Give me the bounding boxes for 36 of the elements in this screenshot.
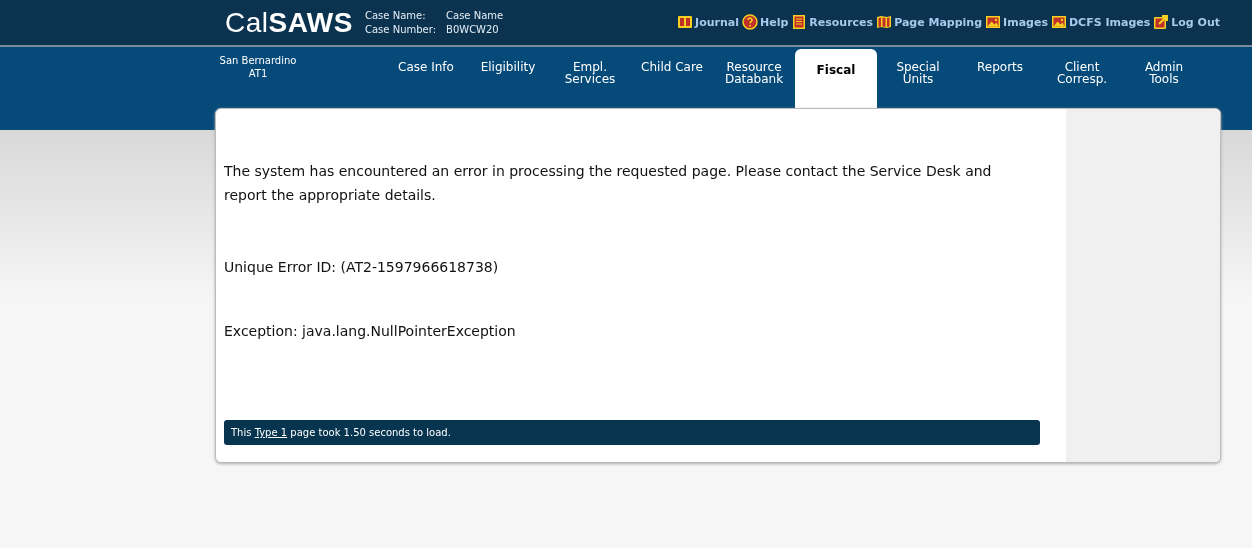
nav-tab[interactable]: Special Units (877, 49, 959, 108)
header-link[interactable]: Images (985, 14, 1048, 30)
header-link[interactable]: Log Out (1153, 14, 1220, 30)
case-number-label: Case Number: (365, 24, 436, 35)
header-link[interactable]: Resources (791, 14, 874, 30)
header-link[interactable]: DCFS Images (1050, 14, 1151, 30)
office-name: AT1 (248, 68, 268, 79)
nav-tab[interactable]: Admin Tools (1123, 49, 1205, 108)
type-link[interactable]: Type 1 (254, 427, 288, 438)
nav-tab[interactable]: Resource Databank (713, 49, 795, 108)
nav-tab[interactable]: Fiscal (795, 49, 877, 108)
case-number: B0WCW20 (446, 24, 500, 35)
header-link[interactable]: Page Mapping (876, 14, 983, 30)
header-link[interactable]: Help (742, 14, 789, 30)
document-icon (791, 14, 808, 30)
book-icon (677, 14, 694, 30)
load-time-text: This Type 1 page took 1.50 seconds to load. (231, 427, 451, 438)
logout-icon (1153, 14, 1170, 30)
nav-tab[interactable]: Eligibility (467, 49, 549, 108)
error-message: Unique Error ID: (AT2-1597966618738) (224, 258, 500, 277)
county-name: San Bernardino (219, 55, 297, 66)
error-message: Exception: java.lang.NullPointerException (224, 322, 517, 341)
map-icon (876, 14, 893, 30)
error-message: The system has encountered an error in processing the requested page. Please contact the Service Desk and report the appropriate details. (224, 162, 993, 205)
nav-tab[interactable]: Empl. Services (549, 49, 631, 108)
case-name-label: Case Name: (365, 10, 427, 21)
nav-tab[interactable]: Child Care (631, 49, 713, 108)
nav-tab[interactable]: Case Info (385, 49, 467, 108)
nav-tab[interactable]: Client Corresp. (1041, 49, 1123, 108)
calsaws-logo: CalSAWS (224, 6, 354, 39)
image-icon (985, 14, 1002, 30)
image-icon (1050, 14, 1067, 30)
help-icon (742, 14, 758, 30)
nav-tab[interactable]: Reports (959, 49, 1041, 108)
header-link[interactable]: Journal (677, 14, 739, 30)
case-name: Case Name (446, 10, 504, 21)
